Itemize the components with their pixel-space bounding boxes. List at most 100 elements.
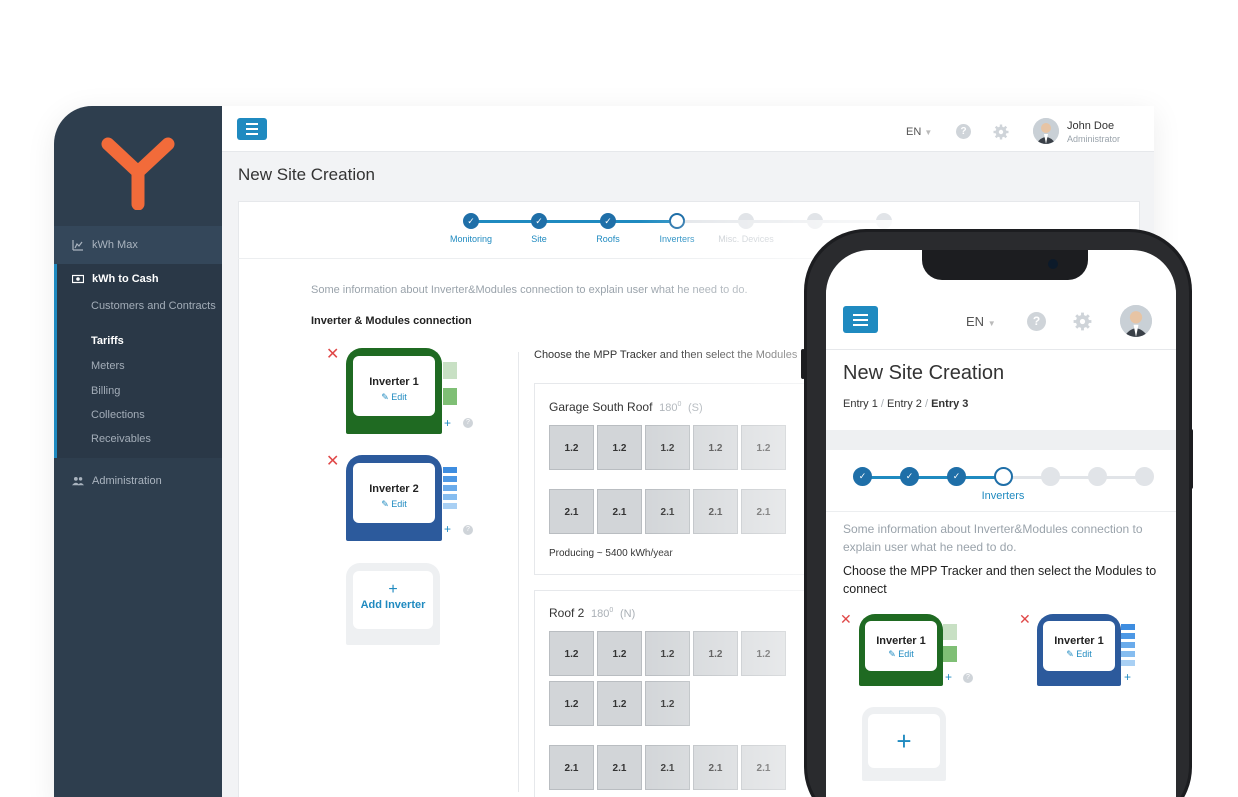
sidebar-sub-meters[interactable]: Meters — [91, 360, 125, 372]
mppt-tracker[interactable] — [443, 476, 457, 482]
language-selector[interactable]: EN ▼ — [906, 126, 932, 138]
edit-label: Edit — [898, 649, 914, 659]
mppt-tracker[interactable] — [1121, 651, 1135, 657]
mppt-tracker[interactable] — [443, 503, 457, 509]
inverter-edit-link[interactable]: ✎ Edit — [353, 392, 435, 403]
module-tile[interactable]: 1.2 — [549, 631, 594, 676]
help-icon[interactable]: ? — [956, 124, 971, 139]
mppt-tracker[interactable] — [943, 624, 957, 640]
sidebar-sub-collections[interactable]: Collections — [91, 409, 145, 421]
remove-inverter-icon[interactable]: ✕ — [326, 347, 339, 363]
mppt-tracker[interactable] — [443, 388, 457, 405]
help-icon[interactable]: ? — [463, 418, 473, 428]
step-done-icon[interactable]: ✓ — [531, 213, 547, 229]
module-tile[interactable]: 2.1 — [693, 745, 738, 790]
mobile-menu-button[interactable] — [843, 306, 878, 333]
module-tile[interactable]: 2.1 — [597, 489, 642, 534]
menu-button[interactable] — [237, 118, 267, 140]
module-tile[interactable]: 2.1 — [693, 489, 738, 534]
mppt-tracker[interactable] — [1121, 660, 1135, 666]
mppt-tracker[interactable] — [1121, 642, 1135, 648]
cash-icon — [72, 274, 84, 284]
module-tile[interactable]: 2.1 — [549, 489, 594, 534]
module-tile[interactable]: 1.2 — [741, 425, 786, 470]
step-label-monitoring[interactable]: Monitoring — [436, 234, 506, 244]
mobile-inverter-card-1[interactable]: Inverter 1 ✎ Edit — [859, 614, 943, 686]
gear-icon[interactable] — [993, 124, 1009, 140]
mppt-tracker[interactable] — [443, 494, 457, 500]
breadcrumb-item[interactable]: Entry 1 — [843, 398, 878, 410]
module-tile[interactable]: 2.1 — [549, 745, 594, 790]
inverter-edit-link[interactable]: ✎ Edit — [865, 649, 937, 660]
remove-inverter-icon[interactable]: ✕ — [1019, 611, 1031, 627]
module-tile[interactable]: 2.1 — [645, 745, 690, 790]
inverter-card-2[interactable]: Inverter 2 ✎ Edit — [346, 455, 442, 541]
avatar[interactable] — [1033, 118, 1059, 144]
inverter-edit-link[interactable]: ✎ Edit — [353, 499, 435, 510]
inverter-edit-link[interactable]: ✎ Edit — [1043, 649, 1115, 660]
step-current-icon[interactable] — [669, 213, 685, 229]
step-done-icon[interactable]: ✓ — [600, 213, 616, 229]
remove-inverter-icon[interactable]: ✕ — [840, 611, 852, 627]
sidebar-sub-customers[interactable]: Customers and Contracts — [91, 300, 216, 312]
sidebar-item-kwh-to-cash[interactable]: kWh to Cash — [54, 270, 222, 288]
mppt-tracker[interactable] — [443, 467, 457, 473]
sidebar-sub-billing[interactable]: Billing — [91, 385, 120, 397]
mobile-inverter-card-2[interactable]: Inverter 1 ✎ Edit — [1037, 614, 1121, 686]
sidebar-sub-tariffs[interactable]: Tariffs — [91, 335, 124, 347]
help-icon[interactable]: ? — [1027, 312, 1046, 331]
mobile-add-inverter-button[interactable]: + — [862, 707, 946, 781]
step-label-site[interactable]: Site — [504, 234, 574, 244]
add-mppt-icon[interactable]: + — [444, 416, 451, 430]
gear-icon[interactable] — [1073, 312, 1092, 331]
mobile-language-selector[interactable]: EN ▼ — [966, 314, 996, 329]
module-tile[interactable]: 1.2 — [597, 425, 642, 470]
mobile-page-title: New Site Creation — [843, 362, 1005, 384]
module-tile[interactable]: 1.2 — [597, 631, 642, 676]
step-label-roofs[interactable]: Roofs — [573, 234, 643, 244]
mppt-tracker[interactable] — [1121, 624, 1135, 630]
help-icon[interactable]: ? — [963, 673, 973, 683]
add-mppt-icon[interactable]: + — [945, 670, 952, 684]
step-label-inverters[interactable]: Inverters — [642, 234, 712, 244]
mppt-tracker[interactable] — [443, 362, 457, 379]
step-done-icon[interactable]: ✓ — [463, 213, 479, 229]
mobile-step-label[interactable]: Inverters — [968, 490, 1038, 502]
module-tile[interactable]: 1.2 — [645, 681, 690, 726]
chart-icon — [72, 240, 83, 251]
sidebar-item-kwh-max[interactable]: kWh Max — [54, 226, 222, 264]
module-tile[interactable]: 2.1 — [645, 489, 690, 534]
avatar[interactable] — [1120, 305, 1152, 337]
step-done-icon[interactable]: ✓ — [853, 467, 872, 486]
module-tile[interactable]: 1.2 — [741, 631, 786, 676]
sidebar-item-administration[interactable]: Administration — [54, 472, 222, 490]
stepper-remaining — [677, 220, 883, 223]
phone-frame: EN ▼ ? New Site Creation Entry 1 / Entry… — [807, 232, 1189, 797]
sidebar-sub-receivables[interactable]: Receivables — [91, 433, 151, 445]
inverter-card-1[interactable]: Inverter 1 ✎ Edit — [346, 348, 442, 434]
module-tile[interactable]: 2.1 — [741, 489, 786, 534]
mppt-tracker[interactable] — [1121, 633, 1135, 639]
add-mppt-icon[interactable]: + — [444, 522, 451, 536]
module-tile[interactable]: 1.2 — [693, 425, 738, 470]
step-current-icon[interactable] — [994, 467, 1013, 486]
breadcrumb-item[interactable]: Entry 2 — [887, 398, 922, 410]
module-tile[interactable]: 1.2 — [549, 425, 594, 470]
add-inverter-button[interactable]: + Add Inverter — [346, 563, 440, 645]
module-tile[interactable]: 1.2 — [645, 631, 690, 676]
step-done-icon[interactable]: ✓ — [947, 467, 966, 486]
mppt-tracker[interactable] — [443, 485, 457, 491]
module-tile[interactable]: 1.2 — [549, 681, 594, 726]
step-done-icon[interactable]: ✓ — [900, 467, 919, 486]
add-mppt-icon[interactable]: + — [1124, 670, 1131, 684]
remove-inverter-icon[interactable]: ✕ — [326, 454, 339, 470]
module-tile[interactable]: 2.1 — [597, 745, 642, 790]
roof-degree: 0 — [677, 401, 682, 408]
help-icon[interactable]: ? — [463, 525, 473, 535]
module-tile[interactable]: 1.2 — [645, 425, 690, 470]
module-tile[interactable]: 1.2 — [597, 681, 642, 726]
breadcrumb: Entry 1 / Entry 2 / Entry 3 — [843, 398, 969, 410]
module-tile[interactable]: 2.1 — [741, 745, 786, 790]
module-tile[interactable]: 1.2 — [693, 631, 738, 676]
mppt-tracker[interactable] — [943, 646, 957, 662]
